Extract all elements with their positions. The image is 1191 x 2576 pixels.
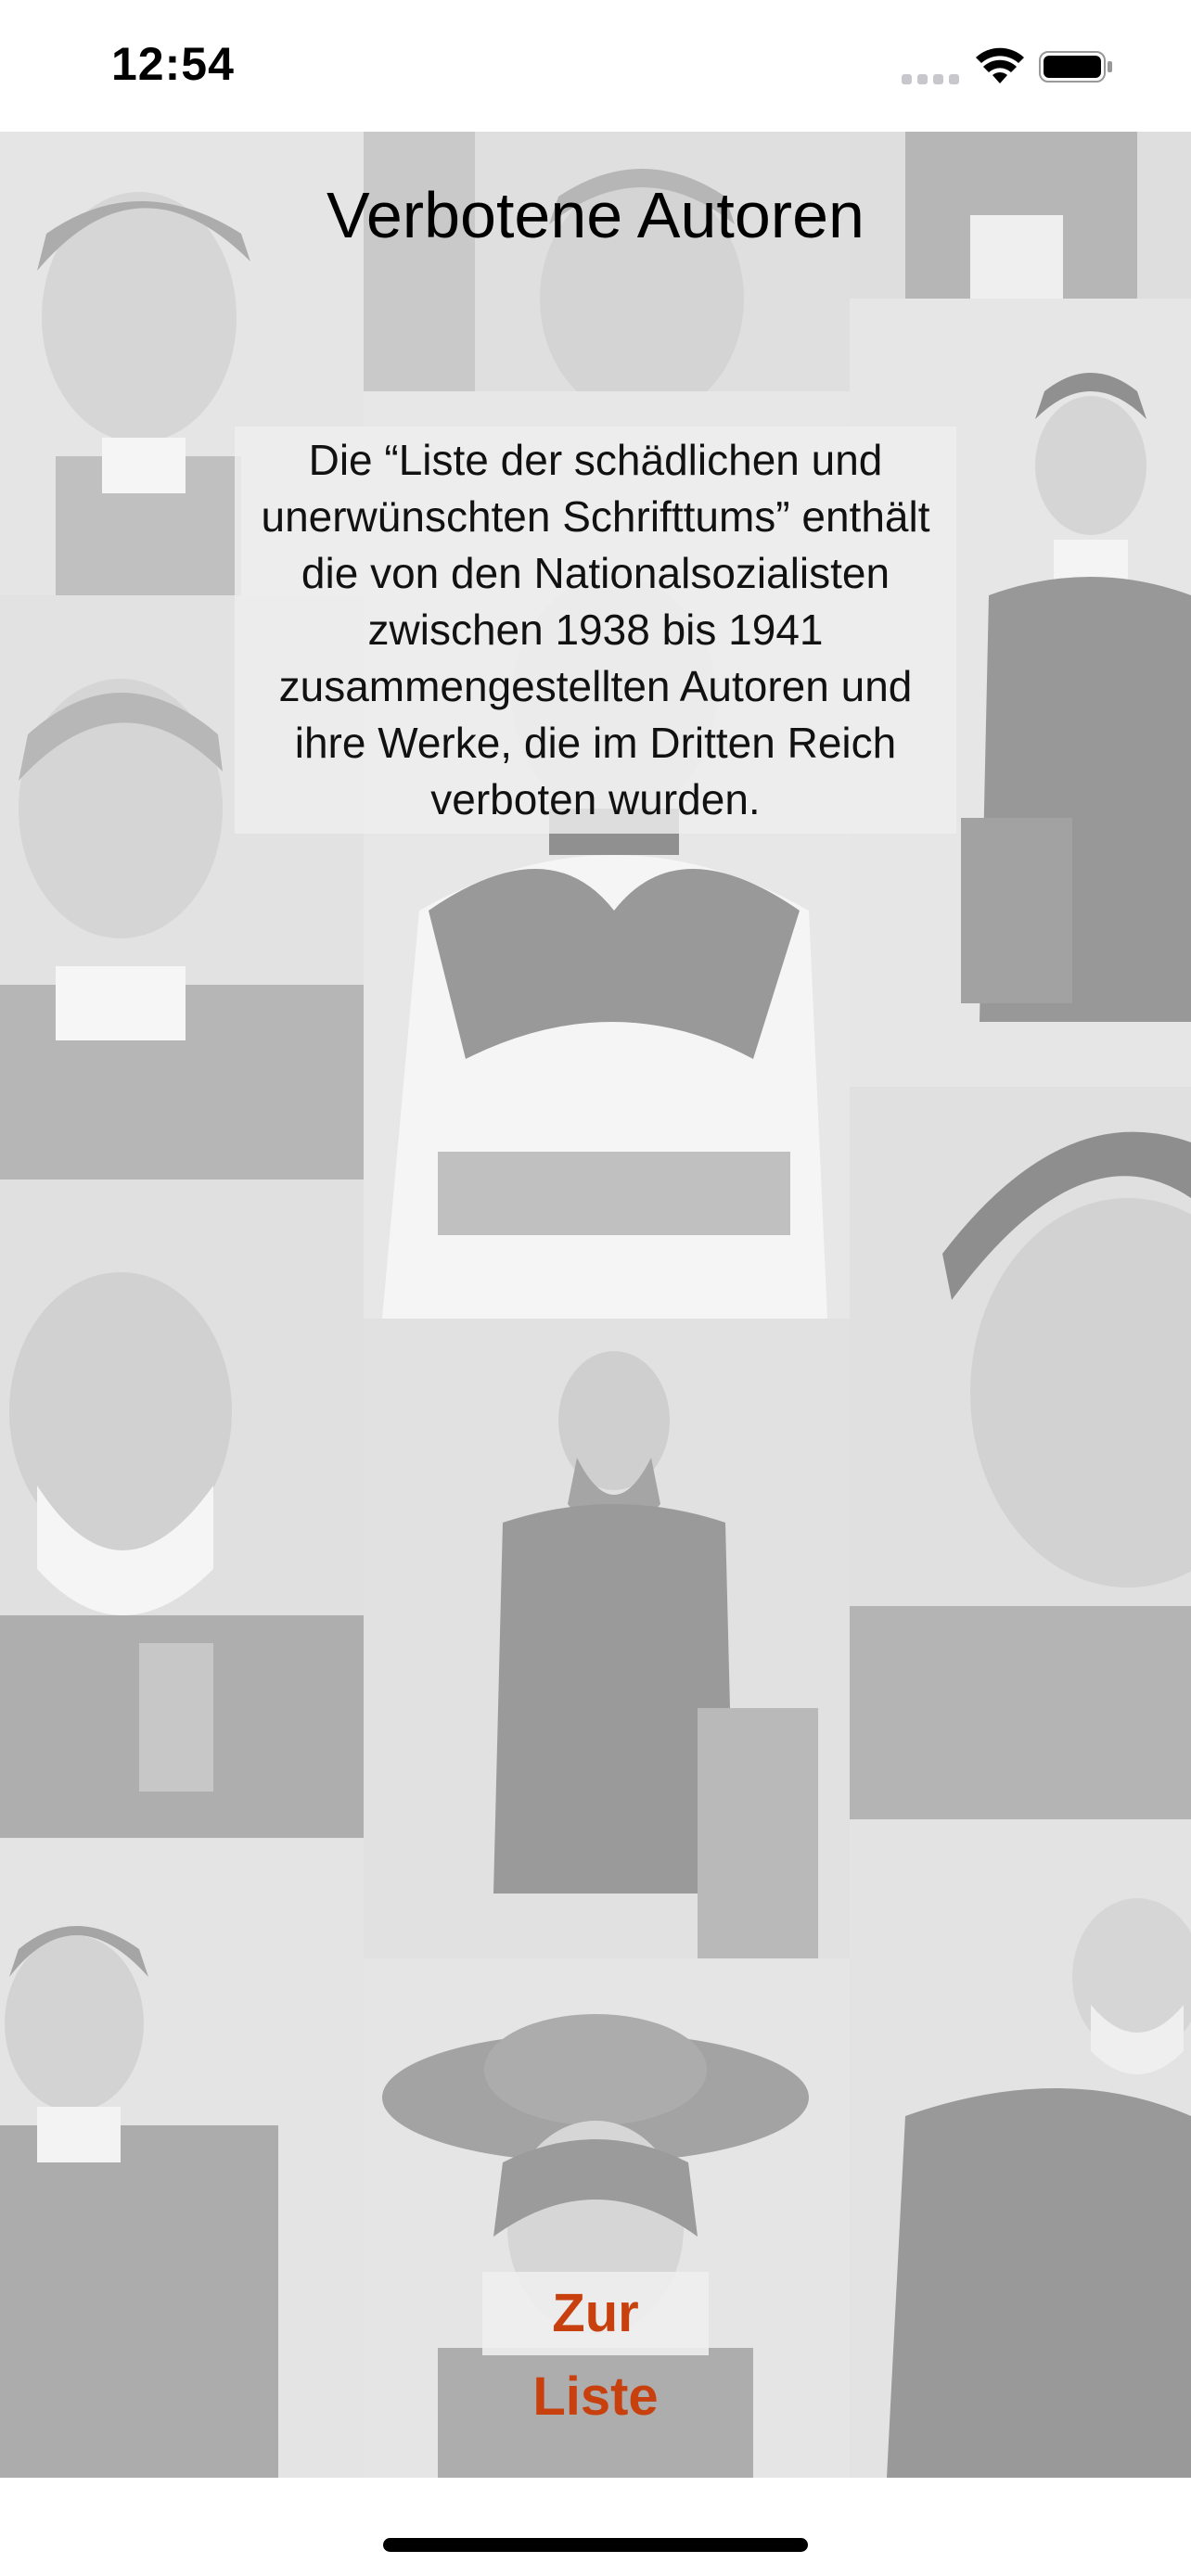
zur-liste-button[interactable]: Zur Liste — [482, 2272, 709, 2427]
wifi-icon — [976, 47, 1024, 83]
status-bar: 12:54 — [0, 0, 1191, 132]
battery-icon — [1039, 51, 1112, 83]
home-indicator[interactable] — [383, 2538, 808, 2552]
intro-text: Die “Liste der schädlichen und unerwünsc… — [235, 427, 956, 834]
page-title: Verbotene Autoren — [327, 179, 864, 251]
cellular-signal-icon — [902, 74, 959, 84]
status-time: 12:54 — [111, 38, 235, 90]
bottom-safe-area — [0, 2478, 1191, 2576]
